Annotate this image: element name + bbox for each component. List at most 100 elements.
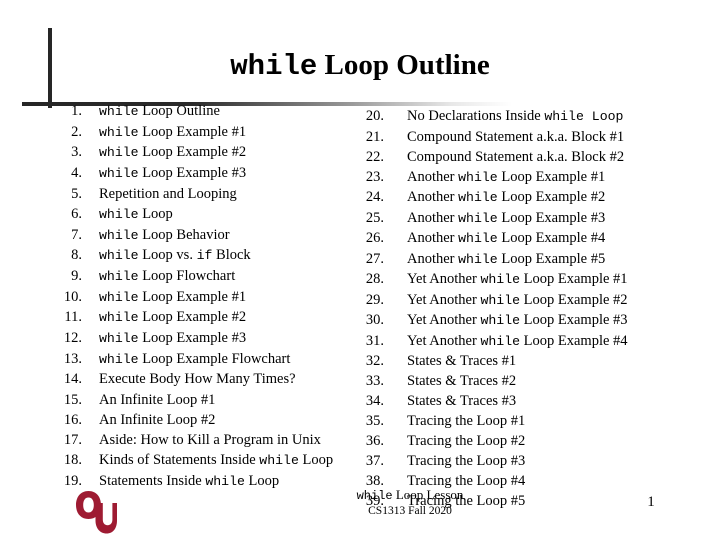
- outline-item-text-span: An Infinite Loop #1: [99, 391, 216, 408]
- outline-item-number: 26.: [365, 230, 384, 246]
- outline-item-text-span: States & Traces #1: [407, 353, 517, 369]
- outline-item[interactable]: 8. while Loop vs. if Block: [56, 247, 356, 265]
- outline-item-number: 15.: [63, 391, 82, 408]
- outline-item[interactable]: 6. while Loop: [56, 206, 356, 224]
- outline-item-text-span: Loop: [298, 452, 334, 469]
- outline-item[interactable]: 21. Compound Statement a.k.a. Block #1: [358, 129, 668, 146]
- outline-item-label: while Loop Flowchart: [99, 268, 356, 286]
- outline-item-code-span: while: [458, 190, 498, 205]
- outline-item-number: 7.: [71, 226, 82, 243]
- outline-item-code-span: while: [99, 269, 139, 284]
- outline-item[interactable]: 31. Yet Another while Loop Example #4: [358, 333, 668, 351]
- outline-item[interactable]: 14. Execute Body How Many Times?: [56, 371, 356, 388]
- outline-item[interactable]: 34. States & Traces #3: [358, 393, 668, 410]
- outline-item-text-span: Loop Example #1: [138, 288, 247, 305]
- outline-item-code-span: while: [259, 453, 299, 469]
- outline-item[interactable]: 20. No Declarations Inside while Loop: [358, 108, 668, 126]
- outline-item-text-span: Execute Body How Many Times?: [99, 371, 296, 388]
- slide-canvas: while Loop Outline 1. while Loop Outline 2…: [0, 0, 720, 540]
- outline-item[interactable]: 24. Another while Loop Example #2: [358, 189, 668, 207]
- outline-item-number: 2.: [71, 123, 82, 140]
- outline-item-label: Kinds of Statements Inside while Loop: [99, 452, 356, 470]
- outline-item[interactable]: 13. while Loop Example Flowchart: [56, 351, 356, 369]
- outline-item-code-span: while: [458, 169, 498, 185]
- outline-item-label: Another while Loop Example #4: [407, 230, 668, 248]
- outline-item-number: 37.: [365, 453, 384, 469]
- outline-item[interactable]: 9. while Loop Flowchart: [56, 268, 356, 286]
- outline-item[interactable]: 17. Aside: How to Kill a Program in Unix: [56, 432, 356, 449]
- outline-item[interactable]: 32. States & Traces #1: [358, 353, 668, 370]
- outline-item-number: 18.: [63, 452, 82, 469]
- outline-item-label: Another while Loop Example #2: [407, 189, 668, 207]
- outline-item[interactable]: 22. Compound Statement a.k.a. Block #2: [358, 149, 668, 166]
- outline-item-text-span: Compound Statement a.k.a. Block #1: [407, 128, 625, 145]
- page-number: 1: [647, 494, 655, 510]
- outline-item-number: 5.: [71, 185, 82, 202]
- footer-lesson-keyword: while: [356, 489, 393, 503]
- outline-item-code-span: while: [480, 272, 521, 287]
- outline-item-text-span: Another: [407, 168, 459, 185]
- outline-item[interactable]: 3. while Loop Example #2: [56, 144, 356, 162]
- outline-item-code-span: while: [480, 333, 521, 349]
- outline-item-number: 1.: [71, 103, 82, 119]
- outline-item-label: while Loop Example #2: [99, 309, 356, 327]
- outline-item-label: Aside: How to Kill a Program in Unix: [99, 432, 356, 449]
- outline-item-text-span: States & Traces #3: [407, 393, 517, 409]
- outline-item[interactable]: 7. while Loop Behavior: [56, 227, 356, 245]
- outline-item[interactable]: 35. Tracing the Loop #1: [358, 413, 668, 430]
- outline-item[interactable]: 36. Tracing the Loop #2: [358, 433, 668, 450]
- outline-item-label: while Loop vs. if Block: [99, 247, 356, 265]
- outline-item-number: 23.: [365, 168, 384, 185]
- outline-item[interactable]: 28. Yet Another while Loop Example #1: [358, 271, 668, 289]
- outline-item-number: 6.: [71, 205, 82, 222]
- outline-item[interactable]: 11. while Loop Example #2: [56, 309, 356, 327]
- outline-item-label: No Declarations Inside while Loop: [407, 108, 668, 126]
- outline-item[interactable]: 26. Another while Loop Example #4: [358, 230, 668, 248]
- outline-item-text-span: Loop Example #1: [138, 123, 247, 140]
- outline-item-code-span: while: [458, 251, 498, 267]
- outline-item[interactable]: 16. An Infinite Loop #2: [56, 412, 356, 429]
- outline-item-text-span: Yet Another: [407, 312, 481, 328]
- outline-item-code-span: while: [99, 166, 139, 182]
- outline-item[interactable]: 12. while Loop Example #3: [56, 330, 356, 348]
- outline-item[interactable]: 4. while Loop Example #3: [56, 165, 356, 183]
- page-title-keyword: while: [230, 50, 318, 83]
- outline-item-text-span: Loop Example #2: [138, 309, 247, 326]
- outline-item-number: 19.: [63, 472, 82, 489]
- outline-item-label: while Loop Example #2: [99, 144, 356, 162]
- outline-item-code-span: while: [480, 313, 521, 328]
- outline-item-text-span: Loop Behavior: [138, 226, 230, 243]
- outline-item-text-span: Another: [407, 250, 459, 267]
- outline-item-text-span: Loop Example #2: [497, 189, 606, 205]
- outline-item-text-span: Loop Example #3: [520, 312, 628, 328]
- outline-item[interactable]: 5. Repetition and Looping: [56, 186, 356, 203]
- outline-item-text-span: An Infinite Loop #2: [99, 411, 216, 428]
- outline-item[interactable]: 18. Kinds of Statements Inside while Loop: [56, 452, 356, 470]
- outline-item-code-span: if: [196, 248, 213, 264]
- outline-item-text-span: Loop Example #2: [138, 144, 247, 161]
- outline-item[interactable]: 33. States & Traces #2: [358, 373, 668, 390]
- outline-item-label: Yet Another while Loop Example #3: [407, 312, 668, 330]
- outline-item[interactable]: 30. Yet Another while Loop Example #3: [358, 312, 668, 330]
- outline-item-label: while Loop Example Flowchart: [99, 351, 356, 369]
- outline-item-text-span: Yet Another: [407, 332, 481, 349]
- outline-item-code-span: while: [99, 145, 139, 161]
- outline-item[interactable]: 23. Another while Loop Example #1: [358, 169, 668, 187]
- outline-item[interactable]: 25. Another while Loop Example #3: [358, 210, 668, 228]
- outline-item-number: 4.: [71, 165, 82, 182]
- outline-item-label: Tracing the Loop #3: [407, 453, 668, 470]
- page-title: while Loop Outline: [0, 48, 720, 84]
- outline-item-label: States & Traces #2: [407, 373, 668, 390]
- outline-item[interactable]: 15. An Infinite Loop #1: [56, 392, 356, 409]
- outline-item[interactable]: 10. while Loop Example #1: [56, 289, 356, 307]
- outline-item[interactable]: 1. while Loop Outline: [56, 103, 356, 121]
- outline-item-code-span: while: [480, 292, 521, 308]
- outline-item[interactable]: 2. while Loop Example #1: [56, 124, 356, 142]
- outline-item-code-span: while: [458, 210, 498, 226]
- outline-item-number: 17.: [63, 432, 82, 448]
- outline-item[interactable]: 29. Yet Another while Loop Example #2: [358, 292, 668, 310]
- outline-item[interactable]: 37. Tracing the Loop #3: [358, 453, 668, 470]
- outline-item-number: 10.: [63, 288, 82, 305]
- outline-item-label: while Loop Example #1: [99, 124, 356, 142]
- outline-item[interactable]: 27. Another while Loop Example #5: [358, 251, 668, 269]
